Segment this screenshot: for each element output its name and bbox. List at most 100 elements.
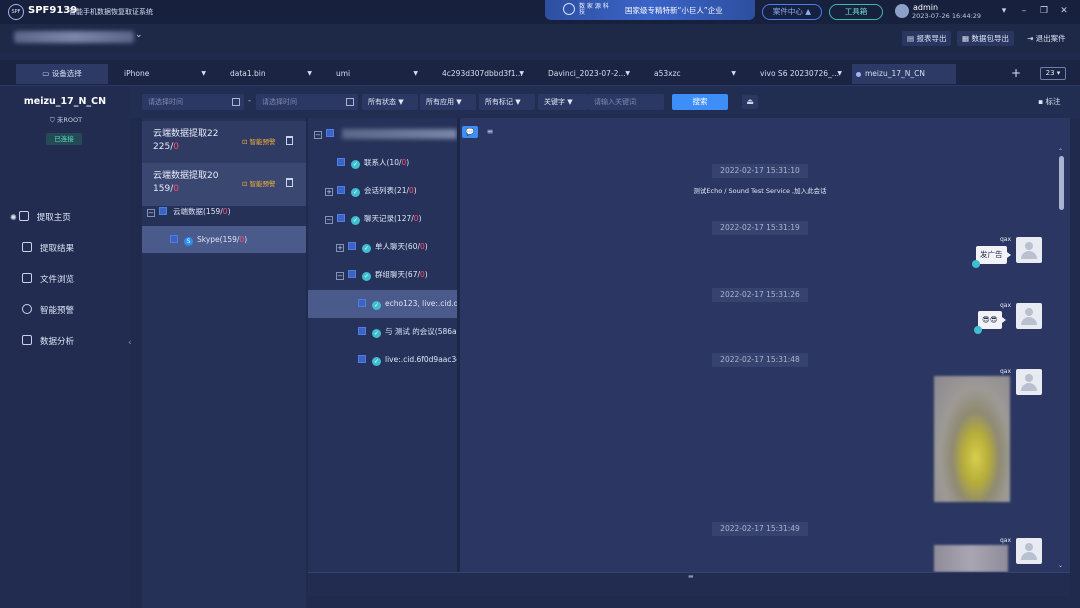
sidebar-item-home[interactable]: ✺ 提取主页	[10, 210, 71, 226]
checkbox[interactable]	[337, 186, 345, 194]
smart-alert-badge[interactable]: ⊡ 智能预警	[242, 136, 276, 146]
checkbox[interactable]	[337, 214, 345, 222]
scroll-thumb[interactable]	[1059, 156, 1064, 210]
trash-icon[interactable]	[286, 178, 293, 187]
tab-iphone[interactable]: iPhone ▼	[120, 64, 212, 84]
checkbox[interactable]	[170, 235, 178, 243]
chevron-down-icon[interactable]: ▼	[307, 64, 312, 84]
skype-icon: S	[184, 237, 193, 246]
package-export-button[interactable]: ▦ 数据包导出	[957, 31, 1014, 46]
case-selector[interactable]	[14, 31, 134, 43]
tree-node-account[interactable]: −	[314, 126, 340, 142]
tree-node-group-chat[interactable]: − ✓ 群组聊天(67/0)	[336, 267, 428, 283]
tree-node-sessions[interactable]: + ✓ 会话列表(21/0)	[325, 183, 417, 199]
chevron-down-icon[interactable]: ▾	[998, 6, 1010, 16]
sidebar-item-files[interactable]: 文件浏览	[22, 272, 74, 288]
chevron-down-icon[interactable]: ▼	[413, 64, 418, 84]
tab-data1-bin[interactable]: data1.bin ▼	[226, 64, 318, 84]
expand-icon[interactable]: +	[336, 244, 344, 252]
start-time-input[interactable]: 请选择时间	[142, 94, 244, 110]
case-center-button[interactable]: 案件中心 ▲	[762, 4, 822, 20]
scroll-up-icon[interactable]: ⌃	[1058, 148, 1063, 155]
chevron-down-icon[interactable]: ▼	[731, 64, 736, 84]
scroll-down-icon[interactable]: ⌄	[1058, 562, 1063, 569]
sidebar-item-results[interactable]: 提取结果	[22, 241, 74, 257]
close-icon[interactable]: ✕	[1058, 6, 1070, 16]
mark-button[interactable]: ▪ 标注	[1038, 96, 1060, 107]
tab-a53xzc[interactable]: a53xzc ▼	[650, 64, 742, 84]
tab-vivo-s6[interactable]: vivo S6 20230726_... ▼	[756, 64, 848, 84]
end-time-input[interactable]: 请选择时间	[256, 94, 358, 110]
app-select[interactable]: 所有应用 ▼	[420, 94, 476, 110]
checkbox[interactable]	[358, 327, 366, 335]
checkbox[interactable]	[358, 355, 366, 363]
user-avatar-icon	[1016, 369, 1042, 395]
collapse-icon[interactable]: −	[325, 216, 333, 224]
search-button[interactable]: 搜索	[672, 94, 728, 110]
restore-icon[interactable]: ❐	[1038, 6, 1050, 16]
tree-node-contacts[interactable]: ✓ 联系人(10/0)	[337, 155, 409, 171]
chevron-down-icon[interactable]: ▼	[201, 64, 206, 84]
folder-icon	[22, 273, 32, 283]
tab-umi[interactable]: umi ▼	[332, 64, 424, 84]
collapse-icon[interactable]: −	[336, 272, 344, 280]
toolbox-button[interactable]: 工具箱	[829, 4, 883, 20]
bubble-view-icon[interactable]: 💬	[462, 126, 478, 138]
tree-node-cloud-data[interactable]: − 云端数据(159/0)	[147, 204, 231, 220]
tab-4c293d[interactable]: 4c293d307dbbd3f1... ▼	[438, 64, 530, 84]
alert-icon: ⊡	[242, 138, 250, 146]
exit-case-button[interactable]: ⇥ 退出案件	[1022, 31, 1071, 46]
tree-node-chat-records[interactable]: − ✓ 聊天记录(127/0)	[325, 211, 422, 227]
expand-icon[interactable]: +	[325, 188, 333, 196]
extraction-card[interactable]: 云端数据提取22 225/0 ⊡ 智能预警	[142, 121, 306, 165]
sidebar-item-alerts[interactable]: 智能预警	[22, 303, 74, 319]
list-view-icon[interactable]: ≡	[484, 126, 496, 138]
tree-node-single-chat[interactable]: + ✓ 单人聊天(60/0)	[336, 239, 428, 255]
user-avatar-icon[interactable]	[895, 4, 909, 18]
tag-select[interactable]: 所有标记 ▼	[479, 94, 535, 110]
checkbox[interactable]	[337, 158, 345, 166]
status-select[interactable]: 所有状态 ▼	[362, 94, 418, 110]
tab-device-select[interactable]: ▭ 设备选择	[16, 64, 108, 84]
tree-node-live-cid[interactable]: ✓ live:.cid.6f0d9aac3e	[358, 352, 458, 368]
trash-icon[interactable]	[286, 136, 293, 145]
checkbox[interactable]	[159, 207, 167, 215]
chevron-down-icon[interactable]: ⌄	[135, 30, 143, 40]
keyword-type-select[interactable]: 关键字 ▼	[538, 94, 588, 110]
chevron-down-icon[interactable]: ▼	[625, 64, 630, 84]
resize-grip-icon[interactable]: ▬	[688, 573, 694, 580]
image-message[interactable]	[934, 376, 1010, 502]
checkbox[interactable]	[326, 129, 334, 137]
checkbox[interactable]	[348, 242, 356, 250]
chart-icon	[22, 335, 32, 345]
check-icon: ✓	[372, 357, 381, 366]
chat-scrollbar[interactable]	[1058, 152, 1066, 570]
collapse-icon[interactable]: −	[314, 131, 322, 139]
tab-meizu[interactable]: meizu_17_N_CN	[852, 64, 956, 84]
tab-count-select[interactable]: 23 ▾	[1040, 67, 1066, 80]
message-bubble[interactable]: 😎😎	[978, 311, 1006, 329]
user-name[interactable]: admin	[913, 3, 938, 12]
message-bubble[interactable]: 发广告	[976, 246, 1010, 264]
sidebar-item-analysis[interactable]: 数据分析	[22, 334, 74, 350]
collapse-sidebar-icon[interactable]: ‹	[128, 338, 132, 348]
tab-davinci[interactable]: Davinci_2023-07-2... ▼	[544, 64, 636, 84]
chevron-down-icon[interactable]: ▼	[519, 64, 524, 84]
collapse-icon[interactable]: −	[147, 209, 155, 217]
checkbox[interactable]	[358, 299, 366, 307]
image-message[interactable]	[934, 545, 1008, 572]
export-icon[interactable]: ⏏	[742, 95, 758, 109]
tree-node-meeting[interactable]: ✓ 与 测试 的会议(586a	[358, 324, 458, 340]
chevron-down-icon[interactable]: ▼	[837, 64, 842, 84]
report-export-button[interactable]: ▤ 报表导出	[902, 31, 952, 46]
smart-alert-badge[interactable]: ⊡ 智能预警	[242, 178, 276, 188]
calendar-icon[interactable]	[232, 98, 240, 106]
extraction-card[interactable]: 云端数据提取20 159/0 ⊡ 智能预警	[142, 163, 306, 207]
checkbox[interactable]	[348, 270, 356, 278]
keyword-input[interactable]: 请输入关键词	[588, 94, 664, 110]
add-tab-button[interactable]: +	[1008, 66, 1024, 82]
tree-node-skype-label[interactable]: S Skype(159/0)	[170, 232, 247, 248]
minimize-icon[interactable]: –	[1018, 6, 1030, 16]
calendar-icon[interactable]	[346, 98, 354, 106]
tree-node-echo123[interactable]: ✓ echo123, live:.cid.d	[358, 296, 458, 312]
